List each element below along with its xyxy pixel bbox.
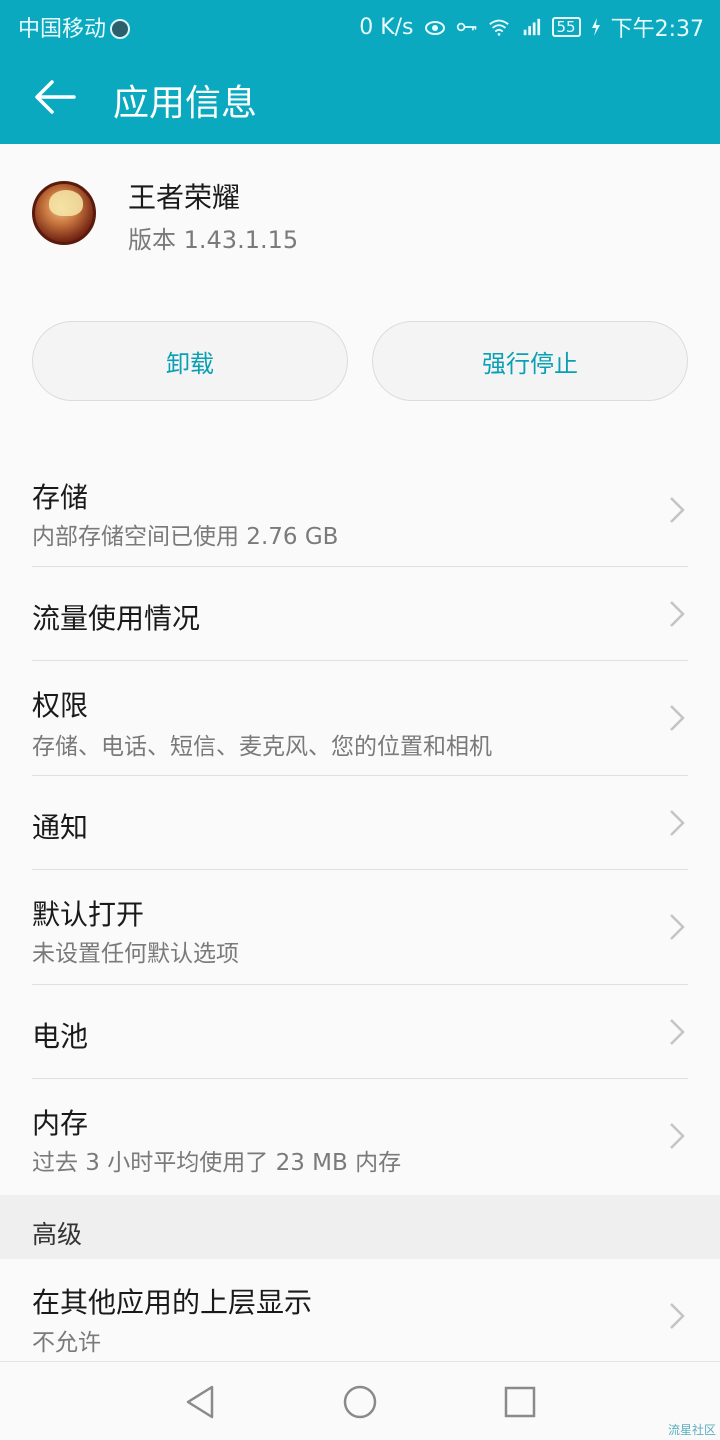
list-item-subtitle: 过去 3 小时平均使用了 23 MB 内存 (32, 1150, 402, 1176)
list-item-title: 默认打开 (32, 898, 145, 931)
app-name: 王者荣耀 (128, 181, 241, 214)
page-title: 应用信息 (113, 83, 258, 124)
list-item-permissions[interactable]: 权限 存储、电话、短信、麦克风、您的位置和相机 (32, 661, 688, 776)
list-item-notifications[interactable]: 通知 (32, 776, 688, 870)
wifi-icon (488, 19, 509, 36)
status-right: 0 K/s 55 下午2:37 (359, 11, 704, 43)
uninstall-button[interactable]: 卸载 (32, 321, 348, 401)
chevron-right-icon (670, 601, 685, 627)
app-icon (32, 181, 96, 245)
app-version: 版本 1.43.1.15 (128, 226, 299, 254)
list-item-draw-over-apps[interactable]: 在其他应用的上层显示 不允许 (32, 1259, 688, 1361)
carrier-name: 中国移动 (18, 17, 107, 42)
list-item-title: 通知 (32, 811, 89, 844)
list-item-title: 存储 (32, 481, 89, 514)
chevron-right-icon (670, 1303, 685, 1329)
carrier-badge-icon (110, 19, 131, 39)
status-bar: 中国移动 0 K/s 55 下午2:37 (0, 0, 720, 50)
chevron-right-icon (670, 705, 685, 731)
navigation-bar: 流星社区 (0, 1361, 720, 1440)
list-item-title: 在其他应用的上层显示 (32, 1286, 313, 1319)
nav-home-icon[interactable] (340, 1382, 380, 1422)
list-item-battery[interactable]: 电池 (32, 985, 688, 1079)
list-item-title: 权限 (32, 689, 89, 722)
nav-recents-icon[interactable] (500, 1382, 540, 1422)
force-stop-button[interactable]: 强行停止 (372, 321, 688, 401)
chevron-right-icon (670, 914, 685, 940)
list-item-subtitle: 内部存储空间已使用 2.76 GB (32, 524, 339, 550)
chevron-right-icon (670, 810, 685, 836)
list-item-subtitle: 不允许 (32, 1330, 101, 1356)
carrier-group: 中国移动 (18, 11, 131, 43)
settings-list: 存储 内部存储空间已使用 2.76 GB 流量使用情况 权限 存储、电话、短信、… (0, 440, 720, 1195)
list-item-title: 电池 (32, 1020, 89, 1053)
list-item-data-usage[interactable]: 流量使用情况 (32, 567, 688, 661)
nav-back-icon[interactable] (182, 1382, 222, 1422)
section-header-advanced: 高级 (0, 1195, 720, 1259)
list-item-memory[interactable]: 内存 过去 3 小时平均使用了 23 MB 内存 (32, 1079, 688, 1195)
list-item-title: 流量使用情况 (32, 602, 201, 635)
watermark: 流星社区 (667, 1423, 716, 1437)
clock: 下午2:37 (610, 17, 704, 42)
arrow-left-icon[interactable] (30, 74, 80, 120)
list-item-subtitle: 未设置任何默认选项 (32, 941, 239, 967)
charging-icon (591, 18, 600, 36)
list-item-open-by-default[interactable]: 默认打开 未设置任何默认选项 (32, 870, 688, 985)
network-speed: 0 K/s (359, 14, 414, 40)
chevron-right-icon (670, 497, 685, 523)
list-item-subtitle: 存储、电话、短信、麦克风、您的位置和相机 (32, 734, 492, 760)
battery-indicator: 55 (551, 17, 581, 37)
eye-icon (424, 21, 445, 35)
chevron-right-icon (670, 1123, 685, 1149)
chevron-right-icon (670, 1019, 685, 1045)
list-item-title: 内存 (32, 1107, 89, 1140)
section-header-label: 高级 (32, 1220, 83, 1249)
signal-icon (523, 18, 540, 36)
app-bar: 应用信息 (0, 50, 720, 144)
app-header: 王者荣耀 版本 1.43.1.15 (0, 144, 720, 314)
key-icon (456, 22, 476, 32)
list-item-storage[interactable]: 存储 内部存储空间已使用 2.76 GB (32, 440, 688, 567)
